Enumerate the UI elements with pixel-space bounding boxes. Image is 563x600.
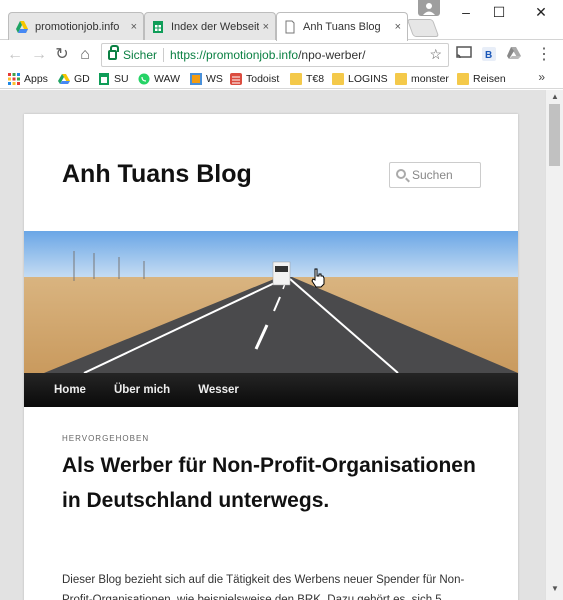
bookmark-label: T€8 (306, 73, 325, 85)
folder-icon (332, 73, 344, 85)
bookmark-gd[interactable]: GD (58, 71, 90, 87)
blog-page: Anh Tuans Blog Suchen Home Über mich Wes… (24, 114, 518, 600)
scroll-thumb[interactable] (549, 104, 560, 166)
menu-icon[interactable]: ⋮ (535, 46, 553, 64)
bookmark-apps[interactable]: Apps (8, 71, 48, 87)
address-bar[interactable]: Sicher https://promotionjob.info /npo-we… (101, 43, 449, 67)
site-title[interactable]: Anh Tuans Blog (62, 160, 252, 189)
sheets-icon (99, 73, 109, 85)
scroll-down-arrow-icon[interactable]: ▼ (550, 584, 560, 593)
tab-close-button[interactable]: × (131, 21, 137, 33)
search-input[interactable]: Suchen (389, 162, 481, 188)
close-window-button[interactable]: ✕ (530, 4, 552, 20)
more-bookmarks-button[interactable]: » (538, 70, 545, 84)
folder-icon (290, 73, 302, 85)
bookmark-label: SU (114, 73, 129, 85)
nav-item-home[interactable]: Home (54, 384, 86, 396)
forward-button[interactable]: → (29, 45, 49, 65)
main-navigation: Home Über mich Wesser (24, 373, 518, 407)
profile-icon[interactable] (418, 0, 440, 16)
apps-grid-icon (8, 73, 20, 85)
tab-label: promotionjob.info (35, 21, 120, 33)
tab-close-button[interactable]: × (263, 21, 269, 33)
bookmark-label: GD (74, 73, 90, 85)
tab-label: Anh Tuans Blog (303, 21, 381, 33)
search-icon (396, 169, 406, 179)
entry-title[interactable]: Als Werber für Non-Profit-Organisationen… (62, 448, 482, 518)
bookmarks-bar: Apps GD SU WAW WS Todoist T€8 LOGINS mon… (0, 70, 563, 89)
page-icon (285, 20, 295, 34)
google-drive-icon (58, 74, 70, 84)
hand-cursor-icon (311, 268, 325, 288)
bookmark-todoist[interactable]: Todoist (230, 71, 279, 87)
browser-toolbar: ← → ↻ ⌂ Sicher https://promotionjob.info… (0, 40, 563, 70)
maximize-button[interactable]: ☐ (488, 4, 510, 20)
whatsapp-icon (138, 73, 150, 85)
sheets-icon (153, 21, 163, 33)
bookmark-folder-reisen[interactable]: Reisen (457, 71, 506, 87)
featured-label: HERVORGEHOBEN (62, 434, 150, 443)
bookmark-star-icon[interactable]: ☆ (429, 46, 442, 63)
tab-index-webseiten[interactable]: Index der Webseiten × (144, 12, 276, 41)
bookmark-ws[interactable]: WS (190, 71, 223, 87)
tab-anh-tuans-blog[interactable]: Anh Tuans Blog × (276, 12, 408, 41)
secure-label: Sicher (123, 48, 158, 62)
bookmark-label: Apps (24, 73, 48, 85)
new-tab-button[interactable] (406, 19, 440, 37)
tab-promotionjob[interactable]: promotionjob.info × (8, 12, 144, 41)
bookmark-su[interactable]: SU (98, 71, 129, 87)
todoist-icon (230, 73, 242, 85)
divider (163, 48, 165, 62)
google-drive-icon (16, 21, 28, 33)
back-button[interactable]: ← (5, 45, 25, 65)
minimize-button[interactable]: – (455, 4, 477, 20)
header-image (24, 231, 518, 373)
reload-button[interactable]: ↻ (52, 45, 72, 65)
bookmark-folder-monster[interactable]: monster (395, 71, 449, 87)
svg-text:B: B (485, 50, 492, 61)
bookmark-label: Todoist (246, 73, 280, 85)
folder-icon (457, 73, 469, 85)
bookmark-folder-logins[interactable]: LOGINS (332, 71, 388, 87)
bookmark-label: Reisen (473, 73, 506, 85)
bookmark-label: WS (206, 73, 223, 85)
page-viewport: Anh Tuans Blog Suchen Home Über mich Wes… (0, 90, 545, 600)
desert-road-image (24, 231, 518, 373)
url-host: https://promotionjob.info (170, 48, 299, 62)
bookmark-label: monster (411, 73, 449, 85)
cast-icon[interactable] (455, 46, 473, 64)
extension-b-icon[interactable]: B (480, 46, 498, 64)
bookmark-label: WAW (154, 73, 181, 85)
ws-icon (190, 73, 202, 85)
bookmark-waw[interactable]: WAW (138, 71, 180, 87)
folder-icon (395, 73, 407, 85)
lock-icon (108, 45, 119, 60)
scroll-up-arrow-icon[interactable]: ▲ (550, 92, 560, 101)
tab-close-button[interactable]: × (395, 21, 401, 33)
url-path: /npo-werber/ (298, 48, 366, 62)
search-placeholder: Suchen (412, 168, 453, 182)
entry-body: Dieser Blog bezieht sich auf die Tätigke… (62, 574, 465, 600)
bookmark-label: LOGINS (348, 73, 388, 85)
home-button[interactable]: ⌂ (75, 45, 95, 65)
person-icon (423, 3, 435, 15)
nav-item-ueber-mich[interactable]: Über mich (114, 384, 170, 396)
tab-label: Index der Webseiten (171, 21, 259, 33)
extension-drive-icon[interactable] (505, 46, 523, 64)
bookmark-folder-t8[interactable]: T€8 (290, 71, 324, 87)
vertical-scrollbar[interactable]: ▲ ▼ (545, 90, 563, 600)
title-bar: promotionjob.info × Index der Webseiten … (0, 0, 563, 41)
nav-item-wesser[interactable]: Wesser (198, 384, 239, 396)
